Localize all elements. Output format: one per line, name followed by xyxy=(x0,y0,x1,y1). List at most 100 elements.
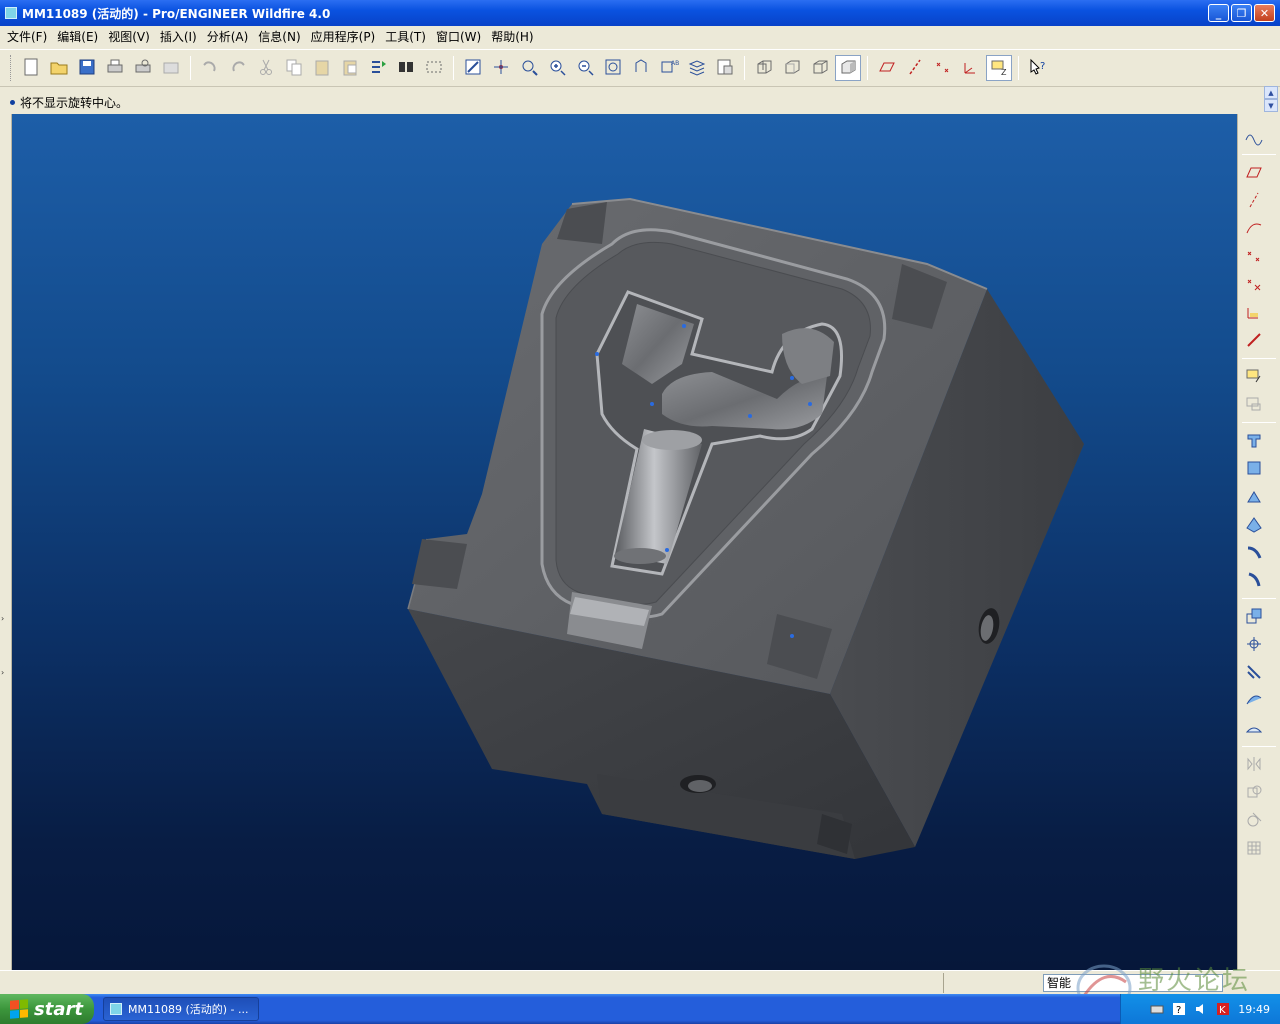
mirror-button[interactable] xyxy=(1241,752,1267,778)
menu-edit[interactable]: 编辑(E) xyxy=(52,27,103,47)
menu-insert[interactable]: 插入(I) xyxy=(155,27,202,47)
clock[interactable]: 19:49 xyxy=(1238,1003,1270,1016)
find-button[interactable] xyxy=(393,55,419,81)
send-button[interactable] xyxy=(158,55,184,81)
new-button[interactable] xyxy=(18,55,44,81)
open-button[interactable] xyxy=(46,55,72,81)
svg-text:K: K xyxy=(1219,1005,1226,1016)
variable-section-sweep-button[interactable] xyxy=(1241,484,1267,510)
round-icon xyxy=(1244,570,1264,593)
analysis-button[interactable] xyxy=(1241,328,1267,354)
toolbar-separator xyxy=(867,56,868,80)
sketch-curve-button[interactable] xyxy=(1241,124,1267,150)
print-preview-button[interactable] xyxy=(130,55,156,81)
keyboard-icon[interactable] xyxy=(1150,1002,1164,1016)
layers-button[interactable] xyxy=(684,55,710,81)
zoom-out-icon xyxy=(575,57,595,80)
expand-navigator-handle[interactable]: › › xyxy=(1,614,9,704)
select-box-button[interactable] xyxy=(421,55,447,81)
extrude-button[interactable] xyxy=(1241,428,1267,454)
wireframe-button[interactable] xyxy=(751,55,777,81)
volume-icon[interactable] xyxy=(1194,1002,1208,1016)
start-button[interactable]: start xyxy=(0,994,94,1024)
merge-button[interactable] xyxy=(1241,780,1267,806)
spin-center-button[interactable] xyxy=(488,55,514,81)
undo-button[interactable] xyxy=(197,55,223,81)
paste-special-button[interactable] xyxy=(337,55,363,81)
redo-button[interactable] xyxy=(225,55,251,81)
datum-points-button[interactable] xyxy=(930,55,956,81)
draft-button[interactable] xyxy=(1241,688,1267,714)
datum-axis-button[interactable] xyxy=(1241,188,1267,214)
app-icon xyxy=(5,7,17,19)
datum-curve-button[interactable] xyxy=(1241,216,1267,242)
hole-button[interactable] xyxy=(1241,540,1267,566)
menu-info[interactable]: 信息(N) xyxy=(253,27,305,47)
repaint-button[interactable] xyxy=(460,55,486,81)
rib-button[interactable] xyxy=(1241,660,1267,686)
minimize-button[interactable]: _ xyxy=(1208,4,1229,22)
system-tray: ? K 19:49 xyxy=(1120,994,1280,1024)
context-help-button[interactable]: ? xyxy=(1025,55,1051,81)
save-button[interactable] xyxy=(74,55,100,81)
shading-button[interactable] xyxy=(835,55,861,81)
zoom-in-button[interactable] xyxy=(544,55,570,81)
csys-button[interactable] xyxy=(1241,300,1267,326)
menu-tools[interactable]: 工具(T) xyxy=(380,27,431,47)
shell-button[interactable] xyxy=(1241,632,1267,658)
antivirus-icon[interactable]: K xyxy=(1216,1002,1230,1016)
datum-planes-button[interactable] xyxy=(874,55,900,81)
hidden-line-button[interactable] xyxy=(779,55,805,81)
close-button[interactable]: ✕ xyxy=(1254,4,1275,22)
sketch-tool-button[interactable] xyxy=(1241,364,1267,390)
offset-point-button[interactable] xyxy=(1241,272,1267,298)
menu-applications[interactable]: 应用程序(P) xyxy=(306,27,381,47)
pattern-button[interactable] xyxy=(1241,836,1267,862)
maximize-button[interactable]: ❐ xyxy=(1231,4,1252,22)
message-scrollbar[interactable]: ▲ ▼ xyxy=(1264,86,1278,112)
reorient-icon xyxy=(631,57,651,80)
chamfer-button[interactable] xyxy=(1241,604,1267,630)
no-hidden-button[interactable] xyxy=(807,55,833,81)
datum-axis-icon xyxy=(1244,190,1264,213)
orient-button[interactable] xyxy=(516,55,542,81)
windows-taskbar: start MM11089 (活动的) - ... ? K 19:49 xyxy=(0,994,1280,1024)
menu-file[interactable]: 文件(F) xyxy=(2,27,52,47)
menu-help[interactable]: 帮助(H) xyxy=(486,27,538,47)
coordinate-systems-button[interactable] xyxy=(958,55,984,81)
scroll-up-icon[interactable]: ▲ xyxy=(1264,86,1278,99)
menu-window[interactable]: 窗口(W) xyxy=(431,27,486,47)
menu-view[interactable]: 视图(V) xyxy=(103,27,155,47)
view-manager-button[interactable] xyxy=(712,55,738,81)
offset-surface-button[interactable] xyxy=(1241,716,1267,742)
reorient-button[interactable] xyxy=(628,55,654,81)
menu-analysis[interactable]: 分析(A) xyxy=(202,27,254,47)
refit-button[interactable] xyxy=(600,55,626,81)
sketch-tool-2-button[interactable] xyxy=(1241,392,1267,418)
scroll-down-icon[interactable]: ▼ xyxy=(1264,99,1278,112)
help-tray-icon[interactable]: ? xyxy=(1172,1002,1186,1016)
spin-center-icon xyxy=(491,57,511,80)
boundary-blend-button[interactable] xyxy=(1241,512,1267,538)
datum-point-button[interactable] xyxy=(1241,244,1267,270)
zoom-out-button[interactable] xyxy=(572,55,598,81)
copy-button[interactable] xyxy=(281,55,307,81)
feature-toolbar xyxy=(1237,114,1280,970)
graphics-window[interactable] xyxy=(12,114,1237,970)
taskbar-item-proe[interactable]: MM11089 (活动的) - ... xyxy=(103,997,259,1021)
toolbar-grip[interactable] xyxy=(10,55,13,81)
print-button[interactable] xyxy=(102,55,128,81)
trim-button[interactable] xyxy=(1241,808,1267,834)
annotations-button[interactable]: Z xyxy=(986,55,1012,81)
paste-button[interactable] xyxy=(309,55,335,81)
saved-views-button[interactable]: AB xyxy=(656,55,682,81)
datum-plane-button[interactable] xyxy=(1241,160,1267,186)
regenerate-button[interactable] xyxy=(365,55,391,81)
round-button[interactable] xyxy=(1241,568,1267,594)
cut-button[interactable] xyxy=(253,55,279,81)
svg-text:?: ? xyxy=(1040,61,1045,72)
revolve-button[interactable] xyxy=(1241,456,1267,482)
message-area: 将不显示旋转中心。 xyxy=(0,88,1280,114)
revolve-icon xyxy=(1244,458,1264,481)
datum-axes-button[interactable] xyxy=(902,55,928,81)
